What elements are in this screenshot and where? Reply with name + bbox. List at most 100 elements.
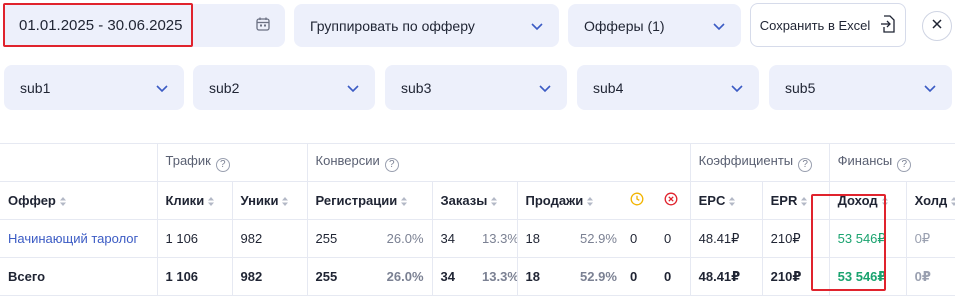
col-pending[interactable] (622, 181, 657, 220)
group-offer-empty (0, 143, 157, 182)
total-epc: 48.41₽ (689, 257, 763, 296)
group-traffic: Трафик? (156, 143, 308, 182)
col-income[interactable]: Доход (828, 181, 907, 220)
col-epc[interactable]: EPC (689, 181, 763, 220)
total-rejected: 0 (656, 257, 691, 296)
sub4-select[interactable]: sub4 (577, 65, 759, 110)
chevron-down-icon (537, 80, 553, 96)
clock-icon (630, 192, 644, 209)
date-range-picker[interactable]: 01.01.2025 - 30.06.2025 (3, 4, 285, 47)
cell-registrations: 255 (306, 219, 376, 258)
sub1-select[interactable]: sub1 (4, 65, 184, 110)
chevron-down-icon (729, 80, 745, 96)
col-registrations[interactable]: Регистрации (306, 181, 433, 220)
sub5-select[interactable]: sub5 (769, 65, 952, 110)
total-pending: 0 (622, 257, 657, 296)
col-orders[interactable]: Заказы (431, 181, 518, 220)
col-offer-label: Оффер (8, 193, 56, 208)
group-finance-label: Финансы (837, 153, 893, 168)
cell-pending: 0 (622, 219, 657, 258)
offer-link[interactable]: Начинающий таролог (0, 219, 157, 258)
sort-icon (282, 197, 289, 206)
close-icon (931, 17, 943, 35)
help-icon[interactable]: ? (384, 158, 399, 172)
col-income-label: Доход (837, 193, 878, 208)
group-conversions-label: Конверсии (315, 153, 380, 168)
cell-orders: 34 (431, 219, 475, 258)
stats-table: Трафик? Конверсии? Коэффициенты? Финансы… (0, 143, 955, 296)
total-orders: 34 (431, 257, 475, 296)
total-clicks: 1 106 (156, 257, 232, 296)
close-button[interactable] (922, 11, 952, 41)
total-sales-pct: 52.9% (572, 257, 623, 296)
sub1-label: sub1 (20, 79, 51, 96)
sort-icon (951, 197, 955, 206)
group-coefficients: Коэффициенты? (689, 143, 830, 182)
group-header-row: Трафик? Конверсии? Коэффициенты? Финансы… (0, 143, 955, 182)
offers-select[interactable]: Офферы (1) (568, 4, 741, 47)
col-sales-label: Продажи (525, 193, 584, 208)
cell-hold: 0₽ (905, 219, 955, 258)
total-row: Всего 1 106 982 255 26.0% 34 13.3% 18 52… (0, 257, 955, 296)
col-clicks-label: Клики (165, 193, 205, 208)
export-icon (880, 14, 896, 36)
chevron-down-icon (345, 80, 361, 96)
group-conversions: Конверсии? (306, 143, 691, 182)
sub5-label: sub5 (785, 79, 816, 96)
sub3-label: sub3 (401, 79, 432, 96)
cell-sales-pct: 52.9% (572, 219, 623, 258)
col-uniques[interactable]: Уники (231, 181, 308, 220)
total-sales: 18 (516, 257, 573, 296)
col-rejected[interactable] (656, 181, 691, 220)
cell-income: 53 546₽ (828, 219, 907, 258)
sort-icon (401, 197, 408, 206)
cell-sales: 18 (516, 219, 573, 258)
col-hold[interactable]: Холд (905, 181, 955, 220)
col-offer[interactable]: Оффер (0, 181, 157, 220)
group-traffic-label: Трафик (165, 153, 211, 168)
col-epc-label: EPC (698, 193, 726, 208)
calendar-icon (255, 16, 271, 35)
chevron-down-icon (922, 80, 938, 96)
sub3-select[interactable]: sub3 (385, 65, 567, 110)
sub2-select[interactable]: sub2 (193, 65, 375, 110)
column-header-row: Оффер Клики Уники Регистрации Заказы Про… (0, 181, 955, 220)
chevron-down-icon (711, 18, 727, 34)
cell-orders-pct: 13.3% (474, 219, 518, 258)
help-icon[interactable]: ? (798, 158, 813, 172)
cell-rejected: 0 (656, 219, 691, 258)
total-registrations: 255 (306, 257, 376, 296)
reject-icon (664, 192, 678, 209)
help-icon[interactable]: ? (897, 158, 912, 172)
group-by-select[interactable]: Группировать по офферу (294, 4, 559, 47)
cell-clicks: 1 106 (156, 219, 232, 258)
sort-icon (729, 197, 736, 206)
total-income: 53 546₽ (828, 257, 907, 296)
export-excel-label: Сохранить в Excel (759, 17, 871, 33)
sub2-label: sub2 (209, 79, 240, 96)
col-sales[interactable]: Продажи (516, 181, 623, 220)
sort-icon (59, 197, 66, 206)
total-orders-pct: 13.3% (474, 257, 518, 296)
sort-icon (587, 197, 594, 206)
col-epr-label: EPR (770, 193, 798, 208)
col-epr[interactable]: EPR (761, 181, 830, 220)
sort-icon (208, 197, 215, 206)
col-registrations-label: Регистрации (315, 193, 398, 208)
total-hold: 0₽ (905, 257, 955, 296)
total-label: Всего (0, 257, 157, 296)
group-coefficients-label: Коэффициенты (698, 153, 794, 168)
sort-icon (491, 197, 498, 206)
export-excel-button[interactable]: Сохранить в Excel (750, 3, 906, 47)
date-range-value: 01.01.2025 - 30.06.2025 (19, 17, 183, 34)
col-uniques-label: Уники (240, 193, 279, 208)
table-row: Начинающий таролог 1 106 982 255 26.0% 3… (0, 219, 955, 258)
offers-value: Офферы (1) (584, 17, 665, 34)
total-registrations-pct: 26.0% (375, 257, 433, 296)
help-icon[interactable]: ? (215, 158, 230, 172)
chevron-down-icon (154, 80, 170, 96)
sort-icon (881, 197, 888, 206)
col-clicks[interactable]: Клики (156, 181, 232, 220)
cell-epc: 48.41₽ (689, 219, 763, 258)
sort-icon (801, 197, 808, 206)
